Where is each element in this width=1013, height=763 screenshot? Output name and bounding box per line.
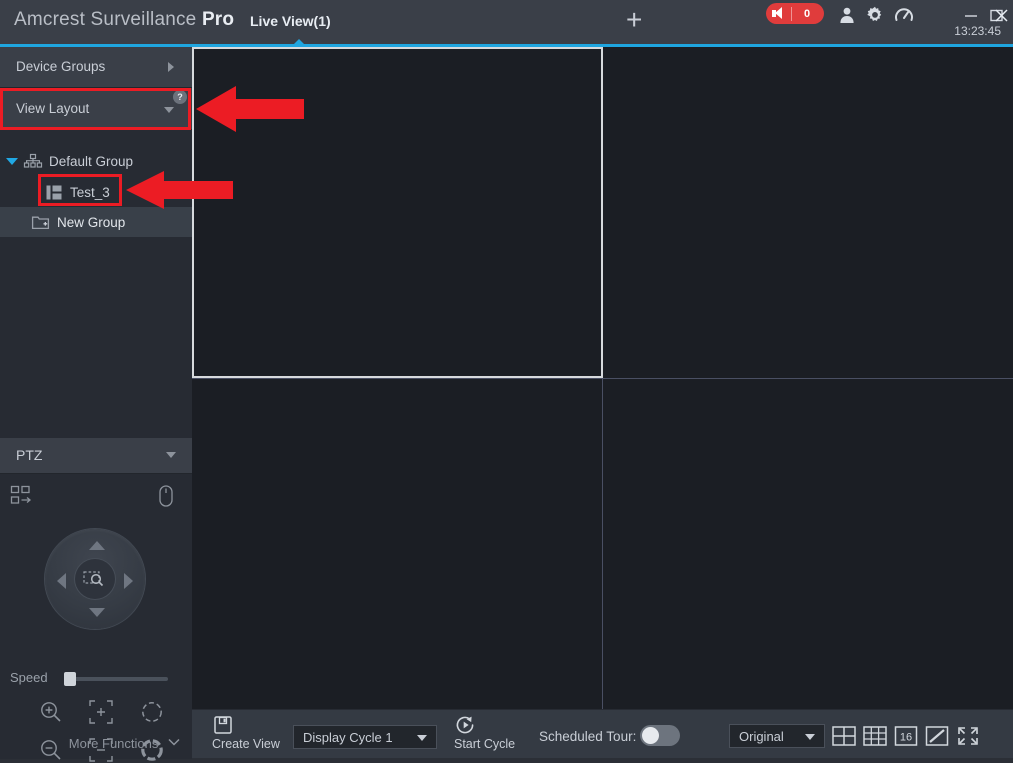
tree-item-new-group[interactable]: New Group	[0, 207, 192, 237]
chevron-down-icon	[166, 452, 176, 458]
ptz-dpad[interactable]	[45, 529, 145, 629]
network-group-icon	[24, 154, 42, 168]
video-grid-area	[192, 47, 1013, 710]
ptz-down-button[interactable]	[89, 608, 105, 617]
area-zoom-icon[interactable]	[75, 559, 115, 599]
scheduled-tour-label: Scheduled Tour:	[539, 729, 636, 744]
tree-label-default-group: Default Group	[49, 154, 133, 169]
tree-label-new-group: New Group	[57, 215, 125, 230]
layout-custom-split-icon[interactable]	[925, 725, 949, 747]
ptz-left-button[interactable]	[57, 573, 66, 589]
iris-open-icon[interactable]	[139, 699, 165, 725]
start-cycle-button[interactable]: Start Cycle	[454, 714, 515, 751]
chevron-right-icon	[168, 62, 174, 72]
user-icon[interactable]	[838, 6, 856, 24]
chevron-down-icon	[805, 734, 815, 740]
speed-slider-knob[interactable]	[64, 672, 76, 686]
speed-label: Speed	[10, 670, 48, 685]
svg-text:16: 16	[900, 732, 912, 744]
app-title-light: Amcrest Surveillance	[14, 9, 202, 30]
create-view-label: Create View	[212, 737, 280, 751]
zoom-in-icon[interactable]	[38, 699, 64, 725]
chevron-down-icon	[417, 735, 427, 741]
title-bar: Amcrest Surveillance Pro Live View(1) + …	[0, 0, 1013, 45]
alarm-badge[interactable]: 0	[766, 3, 824, 24]
speedometer-icon[interactable]	[894, 6, 912, 24]
speaker-icon	[772, 7, 787, 20]
annotation-box-test3	[38, 174, 122, 206]
device-groups-label: Device Groups	[16, 59, 105, 74]
layout-9-split-icon[interactable]	[863, 725, 887, 747]
annotation-arrow-to-test3	[126, 169, 233, 211]
expand-triangle-icon[interactable]	[6, 158, 18, 165]
save-view-icon	[212, 714, 280, 736]
fullscreen-icon[interactable]	[956, 725, 980, 747]
tab-live-view[interactable]: Live View(1)	[250, 13, 331, 29]
ptz-panel: PTZ	[0, 438, 192, 758]
display-cycle-select[interactable]: Display Cycle 1	[293, 725, 437, 749]
ptz-header[interactable]: PTZ	[0, 438, 192, 474]
mouse-control-icon[interactable]	[156, 484, 180, 508]
toggle-knob	[642, 727, 659, 744]
speed-slider[interactable]	[64, 677, 168, 681]
add-tab-button[interactable]: +	[626, 5, 642, 35]
alarm-count: 0	[796, 8, 818, 20]
zoom-out-icon[interactable]	[38, 737, 64, 763]
annotation-box-view-layout	[0, 88, 191, 130]
ptz-body: Speed	[0, 474, 192, 759]
new-folder-icon	[32, 215, 49, 229]
more-functions-button[interactable]: More Functions	[69, 736, 180, 751]
stream-mode-select[interactable]: Original	[729, 724, 825, 748]
alarm-divider	[791, 7, 792, 21]
create-view-button[interactable]: Create View	[212, 714, 280, 751]
ptz-up-button[interactable]	[89, 541, 105, 550]
app-title: Amcrest Surveillance Pro	[14, 9, 234, 31]
ptz-pattern-icon[interactable]	[10, 484, 34, 508]
ptz-title: PTZ	[16, 447, 42, 463]
active-tab-indicator	[293, 39, 305, 45]
start-cycle-label: Start Cycle	[454, 737, 515, 751]
video-pane-2[interactable]	[603, 47, 1013, 378]
cycle-play-icon	[454, 714, 515, 736]
app-title-bold: Pro	[202, 9, 234, 30]
video-grid	[192, 47, 1013, 710]
annotation-arrow-to-view-layout	[196, 83, 304, 135]
more-functions-label: More Functions	[69, 736, 159, 751]
close-button[interactable]	[992, 6, 1010, 24]
focus-near-icon[interactable]	[88, 699, 114, 725]
device-groups-header[interactable]: Device Groups	[0, 47, 192, 88]
video-pane-4[interactable]	[603, 379, 1013, 710]
display-cycle-value: Display Cycle 1	[303, 730, 393, 745]
stream-mode-value: Original	[739, 729, 784, 744]
minimize-button[interactable]	[962, 6, 980, 24]
video-pane-3[interactable]	[192, 379, 602, 710]
chevron-down-icon	[168, 738, 180, 746]
layout-4-split-icon[interactable]	[832, 725, 856, 747]
clock: 13:23:45	[954, 24, 1001, 38]
gear-icon[interactable]	[866, 6, 884, 24]
ptz-right-button[interactable]	[124, 573, 133, 589]
layout-16-split-icon[interactable]: 16	[894, 725, 918, 747]
scheduled-tour-toggle[interactable]	[640, 725, 680, 746]
application-window: Amcrest Surveillance Pro Live View(1) + …	[0, 0, 1013, 758]
